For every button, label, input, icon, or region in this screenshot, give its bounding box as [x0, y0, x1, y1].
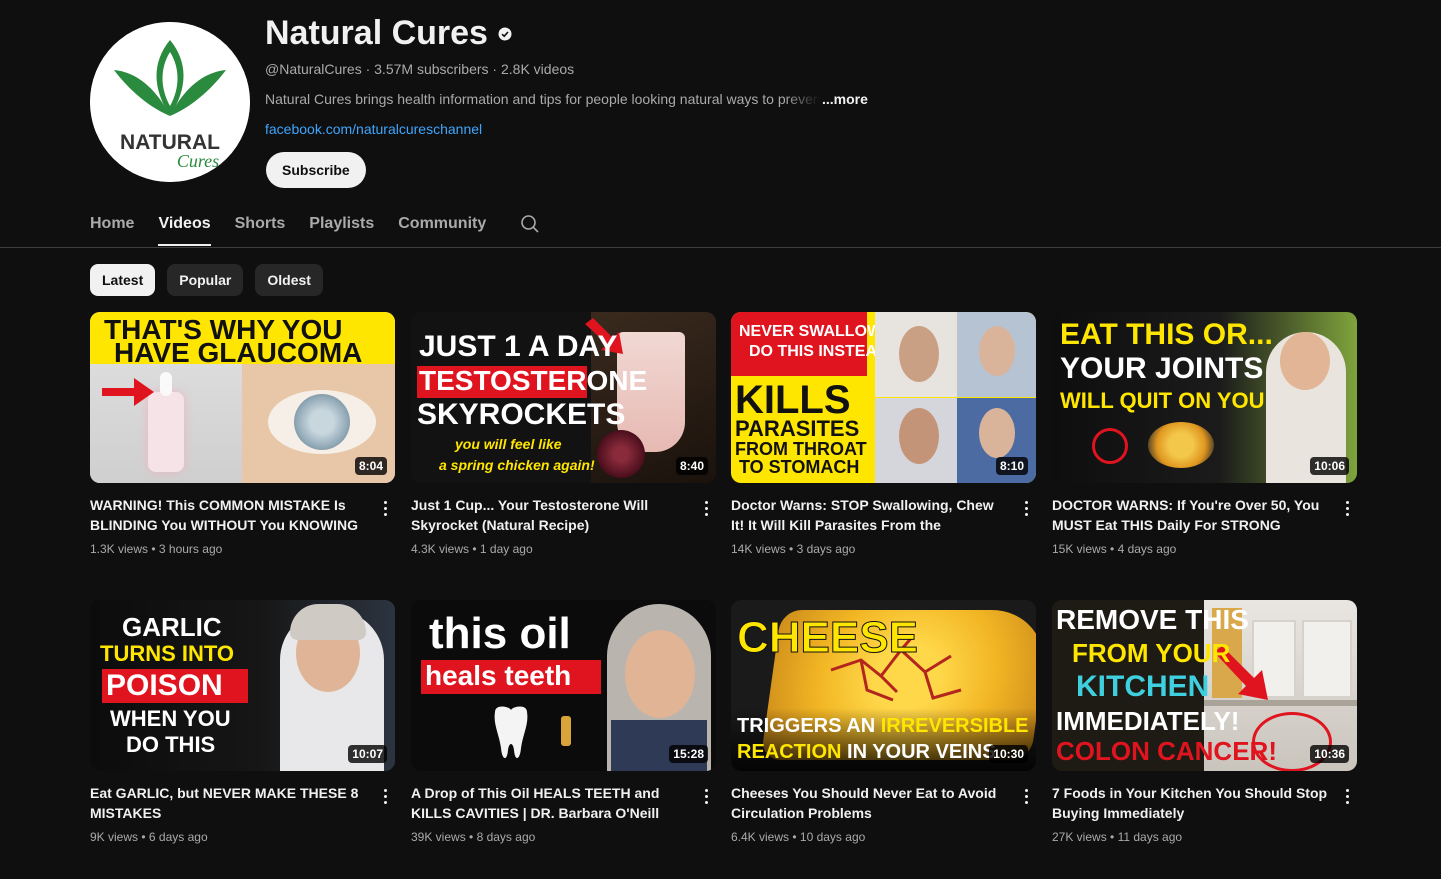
view-count: 39K views	[411, 830, 466, 844]
channel-name: Natural Cures	[265, 14, 512, 53]
view-count: 1.3K views	[90, 542, 149, 556]
upload-age: 3 hours ago	[158, 542, 223, 556]
video-title[interactable]: Eat GARLIC, but NEVER MAKE THESE 8 MISTA…	[90, 783, 366, 823]
video-count: 2.8K videos	[500, 61, 575, 77]
video-card: JUST 1 A DAY TESTOSTERONE SKYROCKETS you…	[411, 312, 716, 556]
video-title[interactable]: 7 Foods in Your Kitchen You Should Stop …	[1052, 783, 1328, 823]
video-duration: 15:28	[669, 745, 708, 763]
more-actions-icon[interactable]	[376, 785, 394, 807]
chip-oldest[interactable]: Oldest	[255, 264, 323, 296]
video-meta: 4.3K views • 1 day ago	[411, 542, 533, 556]
natural-cures-logo: NATURAL Cures	[90, 22, 250, 182]
video-title[interactable]: Just 1 Cup... Your Testosterone Will Sky…	[411, 495, 687, 535]
video-duration: 8:10	[995, 457, 1028, 475]
subscriber-count: 3.57M subscribers	[374, 61, 489, 77]
video-meta: 14K views • 3 days ago	[731, 542, 856, 556]
video-thumbnail[interactable]: this oil heals teeth 15:28	[411, 600, 716, 771]
video-duration: 8:40	[675, 457, 708, 475]
verified-badge-icon	[498, 27, 512, 40]
video-thumbnail[interactable]: THAT'S WHY YOU HAVE GLAUCOMA 8:04	[90, 312, 395, 483]
video-card: REMOVE THIS FROM YOUR KITCHEN IMMEDIATEL…	[1052, 600, 1357, 844]
chip-popular[interactable]: Popular	[167, 264, 244, 296]
channel-link[interactable]: facebook.com/naturalcureschannel	[265, 121, 482, 137]
subscribe-button[interactable]: Subscribe	[266, 152, 366, 188]
upload-age: 4 days ago	[1117, 542, 1177, 556]
view-count: 27K views	[1052, 830, 1107, 844]
video-thumbnail[interactable]: REMOVE THIS FROM YOUR KITCHEN IMMEDIATEL…	[1052, 600, 1357, 771]
tabs-divider	[0, 247, 1441, 248]
more-actions-icon[interactable]	[1338, 497, 1356, 519]
video-card: GARLIC TURNS INTO POISON WHEN YOU DO THI…	[90, 600, 395, 844]
chip-latest[interactable]: Latest	[90, 264, 156, 296]
logo-script: Cures	[177, 151, 219, 171]
view-count: 14K views	[731, 542, 786, 556]
video-meta: 27K views • 11 days ago	[1052, 830, 1183, 844]
channel-avatar[interactable]: NATURAL Cures	[90, 22, 250, 182]
upload-age: 8 days ago	[476, 830, 536, 844]
channel-meta: @NaturalCures · 3.57M subscribers · 2.8K…	[265, 61, 575, 77]
tab-shorts[interactable]: Shorts	[235, 206, 286, 245]
video-thumbnail[interactable]: JUST 1 A DAY TESTOSTERONE SKYROCKETS you…	[411, 312, 716, 483]
more-button[interactable]: ...more	[822, 91, 868, 107]
video-meta: 6.4K views • 10 days ago	[731, 830, 866, 844]
channel-name-text: Natural Cures	[265, 14, 488, 52]
video-duration: 10:36	[1310, 745, 1349, 763]
more-actions-icon[interactable]	[1017, 785, 1035, 807]
view-count: 4.3K views	[411, 542, 470, 556]
video-title[interactable]: Cheeses You Should Never Eat to Avoid Ci…	[731, 783, 1007, 823]
description-text: Natural Cures brings health information …	[265, 91, 820, 107]
channel-handle: @NaturalCures	[265, 61, 362, 77]
video-thumbnail[interactable]: EAT THIS OR... YOUR JOINTS WILL QUIT ON …	[1052, 312, 1357, 483]
video-title[interactable]: Doctor Warns: STOP Swallowing, Chew It! …	[731, 495, 1007, 535]
upload-age: 1 day ago	[479, 542, 533, 556]
view-count: 15K views	[1052, 542, 1107, 556]
video-duration: 10:06	[1310, 457, 1349, 475]
more-actions-icon[interactable]	[1017, 497, 1035, 519]
upload-age: 6 days ago	[148, 830, 208, 844]
video-title[interactable]: A Drop of This Oil HEALS TEETH and KILLS…	[411, 783, 687, 823]
video-card: CHEESE TRIGGERS AN IRREVERSIBLE REACTION…	[731, 600, 1036, 844]
more-actions-icon[interactable]	[1338, 785, 1356, 807]
upload-age: 3 days ago	[796, 542, 856, 556]
tab-community[interactable]: Community	[398, 206, 486, 245]
video-title[interactable]: WARNING! This COMMON MISTAKE Is BLINDING…	[90, 495, 366, 535]
view-count: 9K views	[90, 830, 139, 844]
video-thumbnail[interactable]: NEVER SWALLOW IT, DO THIS INSTEAD! KILLS…	[731, 312, 1036, 483]
tab-home[interactable]: Home	[90, 206, 134, 245]
video-meta: 1.3K views • 3 hours ago	[90, 542, 223, 556]
sort-chips: Latest Popular Oldest	[90, 264, 323, 296]
video-duration: 10:30	[989, 745, 1028, 763]
more-actions-icon[interactable]	[376, 497, 394, 519]
arrow-icon	[102, 378, 154, 406]
video-meta: 15K views • 4 days ago	[1052, 542, 1177, 556]
more-actions-icon[interactable]	[697, 785, 715, 807]
search-icon[interactable]	[518, 212, 542, 236]
video-title[interactable]: DOCTOR WARNS: If You're Over 50, You MUS…	[1052, 495, 1328, 535]
video-meta: 39K views • 8 days ago	[411, 830, 536, 844]
channel-tabs: Home Videos Shorts Playlists Community	[90, 206, 542, 246]
video-card: this oil heals teeth 15:28 A Drop of Thi…	[411, 600, 716, 844]
video-duration: 8:04	[354, 457, 387, 475]
upload-age: 11 days ago	[1117, 830, 1183, 844]
video-thumbnail[interactable]: CHEESE TRIGGERS AN IRREVERSIBLE REACTION…	[731, 600, 1036, 771]
view-count: 6.4K views	[731, 830, 790, 844]
tooth-icon	[494, 706, 528, 759]
tab-playlists[interactable]: Playlists	[309, 206, 374, 245]
tab-videos[interactable]: Videos	[158, 206, 211, 246]
video-card: THAT'S WHY YOU HAVE GLAUCOMA 8:04 WARNIN…	[90, 312, 395, 556]
channel-description[interactable]: Natural Cures brings health information …	[265, 91, 868, 107]
video-card: NEVER SWALLOW IT, DO THIS INSTEAD! KILLS…	[731, 312, 1036, 556]
upload-age: 10 days ago	[799, 830, 866, 844]
more-actions-icon[interactable]	[697, 497, 715, 519]
video-meta: 9K views • 6 days ago	[90, 830, 208, 844]
video-duration: 10:07	[348, 745, 387, 763]
video-card: EAT THIS OR... YOUR JOINTS WILL QUIT ON …	[1052, 312, 1357, 556]
video-thumbnail[interactable]: GARLIC TURNS INTO POISON WHEN YOU DO THI…	[90, 600, 395, 771]
